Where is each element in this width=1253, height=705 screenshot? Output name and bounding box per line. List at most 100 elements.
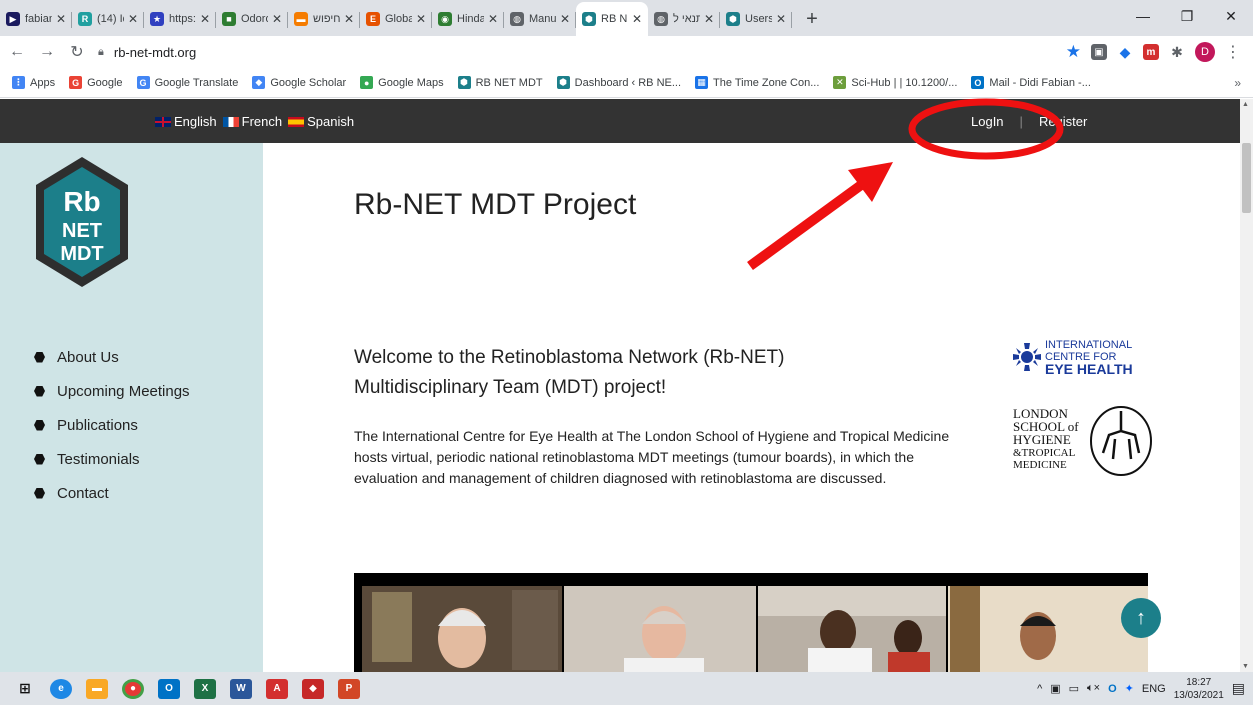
tab-close-icon[interactable]: ✕ bbox=[200, 12, 210, 26]
url-text[interactable]: rb-net-mdt.org bbox=[114, 45, 196, 60]
bookmark-item[interactable]: ⋮ Apps bbox=[12, 76, 55, 89]
tab-close-icon[interactable]: ✕ bbox=[704, 12, 714, 26]
browser-tab[interactable]: ▬ חיפוש ✕ bbox=[288, 4, 360, 34]
sidebar-menu-item[interactable]: Upcoming Meetings bbox=[34, 374, 190, 408]
lshtm-logo[interactable]: LONDON SCHOOL of HYGIENE &TROPICAL MEDIC… bbox=[1011, 405, 1153, 477]
meeting-video-still[interactable] bbox=[354, 573, 1148, 672]
tab-close-icon[interactable]: ✕ bbox=[56, 12, 66, 26]
bookmark-item[interactable]: ◆ Google Scholar bbox=[252, 76, 346, 89]
scroll-up-icon[interactable]: ▲ bbox=[1242, 101, 1249, 108]
back-icon[interactable]: ← bbox=[4, 39, 30, 65]
browser-tab[interactable]: ◍ Manusc ✕ bbox=[504, 4, 576, 34]
browser-tab[interactable]: E Global ✕ bbox=[360, 4, 432, 34]
video-participant-2 bbox=[564, 586, 756, 672]
browser-tab[interactable]: ◉ Hindaw ✕ bbox=[432, 4, 504, 34]
bookmark-item[interactable]: ✕ Sci-Hub | | 10.1200/... bbox=[833, 76, 957, 89]
page-title: Rb-NET MDT Project bbox=[354, 188, 637, 221]
clock[interactable]: 18:27 13/03/2021 bbox=[1174, 676, 1224, 702]
scholar-extension-icon[interactable]: ◆ bbox=[1117, 44, 1133, 60]
restore-icon[interactable]: ❐ bbox=[1165, 0, 1209, 32]
address-bar[interactable]: 🔒︎ rb-net-mdt.org bbox=[98, 39, 1066, 65]
register-link[interactable]: Register bbox=[1039, 114, 1087, 129]
lang-english[interactable]: English bbox=[155, 114, 217, 129]
bookmark-item[interactable]: G Google bbox=[69, 76, 123, 89]
bookmark-item[interactable]: ▦ The Time Zone Con... bbox=[695, 76, 819, 89]
profile-avatar[interactable]: D bbox=[1195, 42, 1215, 62]
bookmark-label: Google bbox=[87, 76, 123, 89]
forward-icon[interactable]: → bbox=[34, 39, 60, 65]
tab-close-icon[interactable]: ✕ bbox=[776, 12, 786, 26]
reload-icon[interactable]: ↻ bbox=[64, 39, 90, 65]
bookmark-item[interactable]: O Mail - Didi Fabian -... bbox=[971, 76, 1091, 89]
powerpoint-icon[interactable]: P bbox=[338, 678, 360, 699]
mendeley-extension-icon[interactable]: m bbox=[1143, 44, 1159, 60]
tab-close-icon[interactable]: ✕ bbox=[560, 12, 570, 26]
lock-icon[interactable]: 🔒︎ bbox=[98, 46, 104, 59]
sidebar-menu-item[interactable]: About Us bbox=[34, 340, 190, 374]
browser-tab[interactable]: ⬢ RB NET ✕ bbox=[576, 2, 648, 36]
new-tab-button[interactable]: + bbox=[798, 4, 826, 34]
scroll-to-top-button[interactable]: ↑ bbox=[1121, 598, 1161, 638]
tray-app-icon[interactable]: ▣ bbox=[1050, 682, 1060, 695]
login-link[interactable]: LogIn bbox=[971, 114, 1004, 129]
excel-icon[interactable]: X bbox=[194, 678, 216, 699]
sidebar-menu-label[interactable]: Testimonials bbox=[57, 451, 140, 468]
volume-muted-icon[interactable]: 🔈︎× bbox=[1087, 682, 1100, 695]
bookmark-favicon-icon: ▦ bbox=[695, 76, 709, 89]
sidebar-menu-item[interactable]: Publications bbox=[34, 408, 190, 442]
browser-tab[interactable]: ▶ fabian i ✕ bbox=[0, 4, 72, 34]
lang-french[interactable]: French bbox=[222, 114, 282, 129]
browser-tab[interactable]: ★ https:// ✕ bbox=[144, 4, 216, 34]
language-indicator[interactable]: ENG bbox=[1142, 683, 1166, 695]
browser-tab[interactable]: R (14) Ido ✕ bbox=[72, 4, 144, 34]
tab-close-icon[interactable]: ✕ bbox=[488, 12, 498, 26]
bookmark-item[interactable]: ⬢ RB NET MDT bbox=[457, 76, 543, 89]
notifications-icon[interactable]: ▤ bbox=[1232, 680, 1245, 697]
sidebar-menu-label[interactable]: Upcoming Meetings bbox=[57, 383, 190, 400]
word-icon[interactable]: W bbox=[230, 678, 252, 699]
bookmarks-more-icon[interactable]: » bbox=[1234, 76, 1241, 90]
sidebar-menu-label[interactable]: About Us bbox=[57, 349, 119, 366]
tab-close-icon[interactable]: ✕ bbox=[632, 12, 642, 26]
tab-close-icon[interactable]: ✕ bbox=[344, 12, 354, 26]
rbnet-logo[interactable]: Rb NET MDT bbox=[36, 157, 128, 287]
iceh-logo[interactable]: INTERNATIONAL CENTRE FOR EYE HEALTH bbox=[1011, 336, 1151, 378]
browser-tab[interactable]: ◍ תנאי ל ✕ bbox=[648, 4, 720, 34]
sidebar-menu-item[interactable]: Testimonials bbox=[34, 442, 190, 476]
close-window-icon[interactable]: ✕ bbox=[1209, 0, 1253, 32]
scroll-down-icon[interactable]: ▼ bbox=[1242, 663, 1249, 670]
browser-tab[interactable]: ⬢ Users ✕ bbox=[720, 4, 792, 34]
edge-icon[interactable]: e bbox=[50, 678, 72, 699]
tray-outlook-icon[interactable]: O bbox=[1108, 683, 1117, 695]
bookmark-item[interactable]: G Google Translate bbox=[136, 76, 238, 89]
tab-favicon-icon: ◍ bbox=[654, 12, 668, 26]
puzzle-icon[interactable]: ✱ bbox=[1169, 44, 1185, 60]
bookmark-star-icon[interactable]: ★ bbox=[1066, 42, 1081, 62]
extension-icon[interactable]: ▣ bbox=[1091, 44, 1107, 60]
browser-tab[interactable]: ■ Odoro ✕ bbox=[216, 4, 288, 34]
acrobat-icon[interactable]: A bbox=[266, 678, 288, 699]
file-explorer-icon[interactable]: ▬ bbox=[86, 678, 108, 699]
tray-network-icon[interactable]: ▭ bbox=[1069, 682, 1079, 695]
menu-kebab-icon[interactable]: ⋮ bbox=[1225, 42, 1241, 62]
outlook-icon[interactable]: O bbox=[158, 678, 180, 699]
lang-spanish[interactable]: Spanish bbox=[288, 114, 354, 129]
page-scrollbar[interactable]: ▲ ▼ bbox=[1240, 99, 1253, 672]
bookmark-item[interactable]: ● Google Maps bbox=[360, 76, 444, 89]
sidebar-menu-label[interactable]: Contact bbox=[57, 485, 109, 502]
tab-label: Users bbox=[745, 13, 772, 25]
popcorn-app-icon[interactable]: ◆ bbox=[302, 678, 324, 699]
tab-close-icon[interactable]: ✕ bbox=[272, 12, 282, 26]
tray-dropbox-icon[interactable]: ✦ bbox=[1125, 682, 1134, 695]
tray-overflow-icon[interactable]: ^ bbox=[1037, 683, 1042, 695]
minimize-icon[interactable]: — bbox=[1121, 0, 1165, 32]
tab-close-icon[interactable]: ✕ bbox=[128, 12, 138, 26]
windows-start-icon[interactable]: ⊞ bbox=[14, 679, 36, 699]
tab-close-icon[interactable]: ✕ bbox=[416, 12, 426, 26]
bookmark-item[interactable]: ⬢ Dashboard ‹ RB NE... bbox=[556, 76, 681, 89]
sidebar-menu-label[interactable]: Publications bbox=[57, 417, 138, 434]
bookmark-label: Apps bbox=[30, 76, 56, 89]
sidebar-menu-item[interactable]: Contact bbox=[34, 476, 190, 510]
chrome-icon[interactable]: ● bbox=[122, 678, 144, 699]
scrollbar-thumb[interactable] bbox=[1242, 143, 1251, 213]
